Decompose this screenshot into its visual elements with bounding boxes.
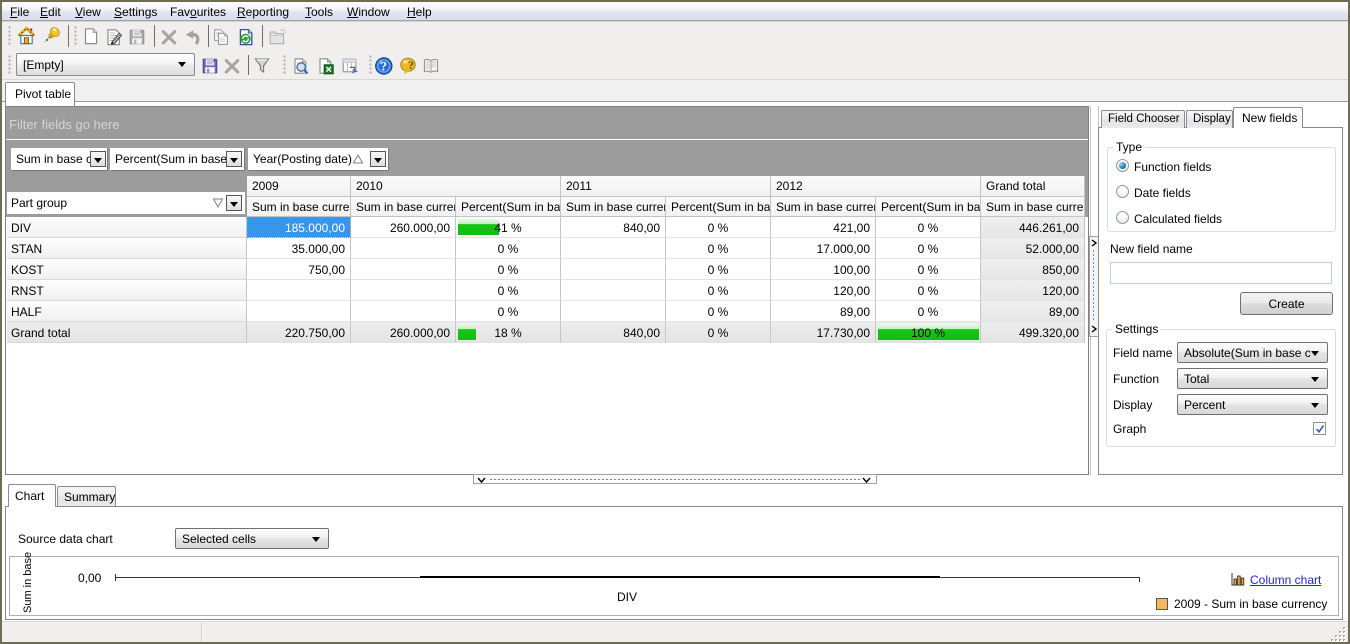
svg-text:?: ?	[408, 58, 414, 72]
svg-text:?: ?	[381, 59, 388, 74]
